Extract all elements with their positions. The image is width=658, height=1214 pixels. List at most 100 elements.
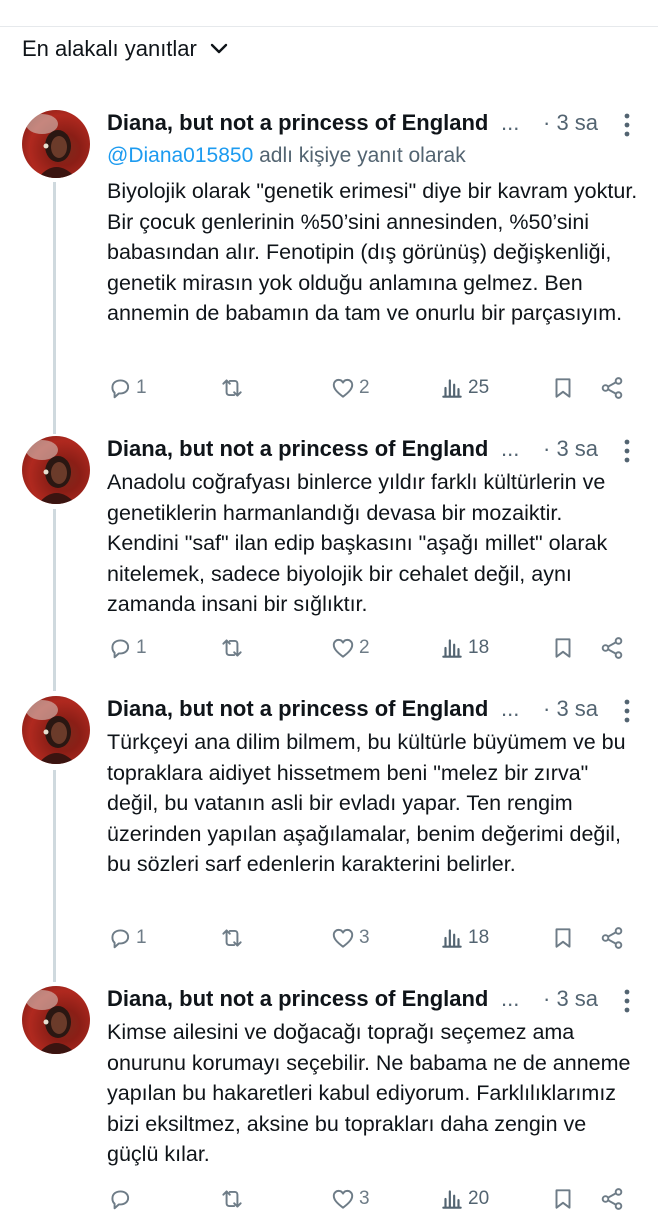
views-button[interactable]: 18 bbox=[439, 923, 489, 953]
author-name[interactable]: Diana, but not a princess of England bbox=[107, 436, 488, 462]
retweet-icon bbox=[222, 1190, 242, 1208]
name-ellipsis: ... bbox=[501, 696, 520, 721]
avatar[interactable] bbox=[22, 436, 90, 504]
action-bar: 3 20 bbox=[107, 1184, 627, 1214]
reply-tweet[interactable]: Diana, but not a princess of England ...… bbox=[0, 110, 658, 400]
more-options-icon[interactable] bbox=[616, 988, 638, 1014]
bookmark-icon bbox=[555, 928, 571, 948]
heart-icon bbox=[332, 928, 354, 948]
sort-label: En alakalı yanıtlar bbox=[22, 36, 197, 61]
avatar-image bbox=[26, 990, 76, 1054]
reply-icon bbox=[111, 379, 130, 399]
reply-count: 1 bbox=[136, 927, 147, 948]
share-icon bbox=[601, 1188, 623, 1210]
share-icon bbox=[601, 927, 623, 949]
view-count: 18 bbox=[468, 927, 490, 948]
bookmark-button[interactable] bbox=[550, 373, 576, 403]
view-count: 18 bbox=[468, 637, 490, 658]
timestamp[interactable]: · 3 sa bbox=[543, 436, 598, 462]
action-bar: 1 2 18 bbox=[107, 633, 627, 663]
more-options-icon[interactable] bbox=[616, 112, 638, 138]
timestamp[interactable]: · 3 sa bbox=[543, 696, 598, 722]
tweet-text: Türkçeyi ana dilim bilmem, bu kültürle b… bbox=[107, 730, 626, 876]
reply-tweet[interactable]: Diana, but not a princess of England ...… bbox=[0, 436, 658, 726]
bookmark-icon bbox=[555, 378, 571, 398]
views-button[interactable]: 18 bbox=[439, 633, 489, 663]
reply-button[interactable]: 1 bbox=[107, 633, 147, 663]
like-count: 2 bbox=[359, 637, 370, 658]
views-icon bbox=[442, 639, 462, 658]
name-ellipsis: ... bbox=[501, 436, 520, 461]
views-button[interactable]: 25 bbox=[439, 373, 489, 403]
retweet-button[interactable] bbox=[219, 373, 248, 403]
share-button[interactable] bbox=[599, 923, 625, 953]
view-count: 20 bbox=[468, 1188, 490, 1209]
bookmark-button[interactable] bbox=[550, 1184, 576, 1214]
heart-icon bbox=[332, 1189, 354, 1209]
bookmark-icon bbox=[555, 638, 571, 658]
replying-to: @Diana015850 adlı kişiye yanıt olarak bbox=[107, 144, 466, 168]
avatar[interactable] bbox=[22, 696, 90, 764]
more-options-icon[interactable] bbox=[616, 698, 638, 724]
retweet-button[interactable] bbox=[219, 633, 248, 663]
views-icon bbox=[442, 379, 462, 398]
retweet-button[interactable] bbox=[219, 923, 248, 953]
share-button[interactable] bbox=[599, 373, 625, 403]
like-button[interactable]: 2 bbox=[330, 633, 370, 663]
reply-button[interactable]: 1 bbox=[107, 373, 147, 403]
reply-handle-link[interactable]: @Diana015850 bbox=[107, 144, 253, 167]
author-name[interactable]: Diana, but not a princess of England bbox=[107, 986, 488, 1012]
author-name[interactable]: Diana, but not a princess of England bbox=[107, 696, 488, 722]
avatar-image bbox=[26, 114, 76, 178]
bookmark-icon bbox=[555, 1189, 571, 1209]
top-divider bbox=[0, 26, 658, 27]
avatar-image bbox=[26, 700, 76, 764]
reply-count: 1 bbox=[136, 637, 147, 658]
name-ellipsis: ... bbox=[501, 986, 520, 1011]
like-count: 2 bbox=[359, 377, 370, 398]
reply-icon bbox=[111, 929, 130, 949]
view-count: 25 bbox=[468, 377, 490, 398]
retweet-icon bbox=[222, 379, 242, 397]
share-icon bbox=[601, 637, 623, 659]
avatar-image bbox=[26, 440, 76, 504]
timestamp[interactable]: · 3 sa bbox=[543, 110, 598, 136]
reply-button[interactable] bbox=[107, 1184, 136, 1214]
heart-icon bbox=[332, 638, 354, 658]
like-button[interactable]: 3 bbox=[330, 1184, 370, 1214]
author-name[interactable]: Diana, but not a princess of England bbox=[107, 110, 488, 136]
tweet-text: Kimse ailesini ve doğacağı toprağı seçem… bbox=[107, 1020, 631, 1166]
timestamp[interactable]: · 3 sa bbox=[543, 986, 598, 1012]
share-icon bbox=[601, 377, 623, 399]
action-bar: 1 2 25 bbox=[107, 373, 627, 403]
tweet-text: Biyolojik olarak "genetik erimesi" diye … bbox=[107, 179, 638, 325]
replying-to-text: adlı kişiye yanıt olarak bbox=[253, 144, 466, 167]
bookmark-button[interactable] bbox=[550, 633, 576, 663]
retweet-button[interactable] bbox=[219, 1184, 248, 1214]
reply-icon bbox=[111, 1190, 130, 1210]
like-count: 3 bbox=[359, 1188, 370, 1209]
reply-tweet[interactable]: Diana, but not a princess of England ...… bbox=[0, 986, 658, 1210]
bookmark-button[interactable] bbox=[550, 923, 576, 953]
sort-dropdown[interactable]: En alakalı yanıtlar bbox=[22, 36, 229, 62]
retweet-icon bbox=[222, 639, 242, 657]
tweet-text: Anadolu coğrafyası binlerce yıldır farkl… bbox=[107, 470, 608, 616]
like-count: 3 bbox=[359, 927, 370, 948]
name-ellipsis: ... bbox=[501, 110, 520, 135]
share-button[interactable] bbox=[599, 633, 625, 663]
reply-count: 1 bbox=[136, 377, 147, 398]
reply-tweet[interactable]: Diana, but not a princess of England ...… bbox=[0, 696, 658, 986]
retweet-icon bbox=[222, 929, 242, 947]
action-bar: 1 3 18 bbox=[107, 923, 627, 953]
like-button[interactable]: 2 bbox=[330, 373, 370, 403]
avatar[interactable] bbox=[22, 110, 90, 178]
more-options-icon[interactable] bbox=[616, 438, 638, 464]
share-button[interactable] bbox=[599, 1184, 625, 1214]
views-button[interactable]: 20 bbox=[439, 1184, 489, 1214]
avatar[interactable] bbox=[22, 986, 90, 1054]
views-icon bbox=[442, 1190, 462, 1209]
reply-icon bbox=[111, 639, 130, 659]
chevron-down-icon bbox=[210, 43, 228, 54]
reply-button[interactable]: 1 bbox=[107, 923, 147, 953]
like-button[interactable]: 3 bbox=[330, 923, 370, 953]
